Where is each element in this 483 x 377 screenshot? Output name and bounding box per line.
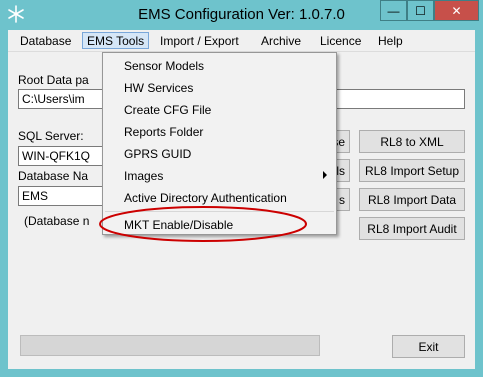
rl8-import-data-button[interactable]: RL8 Import Data bbox=[359, 188, 465, 211]
menu-item-active-directory-authentication[interactable]: Active Directory Authentication bbox=[104, 187, 335, 209]
menu-item-reports-folder[interactable]: Reports Folder bbox=[104, 121, 335, 143]
minimize-button[interactable]: — bbox=[380, 0, 407, 21]
maximize-button[interactable]: ☐ bbox=[407, 0, 434, 21]
menu-ems-tools[interactable]: EMS Tools bbox=[82, 32, 150, 49]
app-window: EMS Configuration Ver: 1.0.7.0 — ☐ ✕ Dat… bbox=[0, 0, 483, 377]
menu-database[interactable]: Database bbox=[16, 33, 75, 50]
submenu-arrow-icon bbox=[323, 171, 327, 179]
menu-import-export[interactable]: Import / Export bbox=[156, 33, 243, 50]
menu-separator bbox=[105, 211, 334, 212]
root-data-label: Root Data pa bbox=[18, 73, 89, 87]
menu-item-create-cfg-file[interactable]: Create CFG File bbox=[104, 99, 335, 121]
menu-item-images-label: Images bbox=[124, 169, 164, 183]
rl8-to-xml-button[interactable]: RL8 to XML bbox=[359, 130, 465, 153]
ems-tools-dropdown: Sensor Models HW Services Create CFG Fil… bbox=[102, 52, 337, 235]
database-name-label: Database Na bbox=[18, 169, 89, 183]
sql-server-input[interactable]: WIN-QFK1Q bbox=[18, 146, 108, 166]
menu-item-images[interactable]: Images bbox=[104, 165, 335, 187]
title-bar[interactable]: EMS Configuration Ver: 1.0.7.0 — ☐ ✕ bbox=[0, 0, 483, 30]
menu-licence[interactable]: Licence bbox=[316, 33, 365, 50]
menu-item-mkt-enable-disable[interactable]: MKT Enable/Disable bbox=[104, 214, 335, 236]
close-button[interactable]: ✕ bbox=[434, 0, 479, 21]
menu-item-gprs-guid[interactable]: GPRS GUID bbox=[104, 143, 335, 165]
menu-bar: Database EMS Tools Import / Export Archi… bbox=[8, 30, 475, 52]
menu-item-hw-services[interactable]: HW Services bbox=[104, 77, 335, 99]
database-name-input[interactable]: EMS bbox=[18, 186, 108, 206]
rl8-import-setup-button[interactable]: RL8 Import Setup bbox=[359, 159, 465, 182]
client-area: Database EMS Tools Import / Export Archi… bbox=[8, 30, 475, 369]
menu-help[interactable]: Help bbox=[374, 33, 407, 50]
menu-item-sensor-models[interactable]: Sensor Models bbox=[104, 55, 335, 77]
menu-archive[interactable]: Archive bbox=[257, 33, 305, 50]
exit-button[interactable]: Exit bbox=[392, 335, 465, 358]
progress-bar bbox=[20, 335, 320, 356]
rl8-import-audit-button[interactable]: RL8 Import Audit bbox=[359, 217, 465, 240]
database-note: (Database n bbox=[24, 214, 90, 228]
sql-server-label: SQL Server: bbox=[18, 129, 84, 143]
